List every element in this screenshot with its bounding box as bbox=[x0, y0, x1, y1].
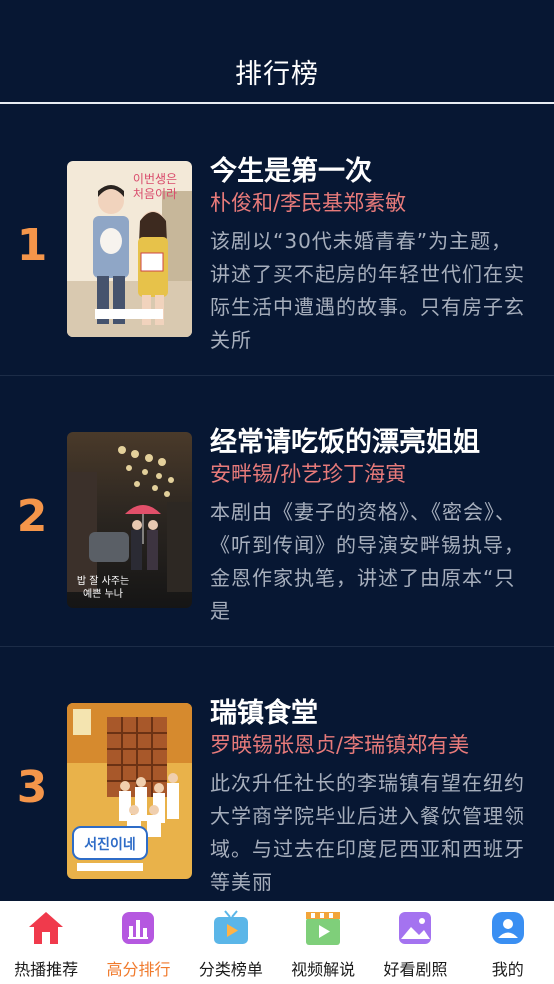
svg-text:서진이네: 서진이네 bbox=[84, 836, 136, 853]
drama-cast: 朴俊和/李民基郑素敏 bbox=[210, 191, 407, 215]
tab-category[interactable]: 分类榜单 bbox=[185, 901, 277, 984]
list-item[interactable]: 1 이번생은 처음이라 今生是第一次 朴俊和/李民基郑素敏 该剧以“30代未婚青… bbox=[0, 105, 554, 376]
page-title: 排行榜 bbox=[235, 59, 319, 90]
home-icon bbox=[29, 912, 64, 944]
ranking-list: 1 이번생은 처음이라 今生是第一次 朴俊和/李民基郑素敏 该剧以“30代未婚青… bbox=[0, 105, 554, 918]
drama-title[interactable]: 今生是第一次 bbox=[210, 149, 540, 188]
tab-label: 分类榜单 bbox=[198, 960, 263, 979]
drama-description: 本剧由《妻子的资格》、《密会》、《听到传闻》的导演安畔锡执导，金恩作家执笔，讲述… bbox=[210, 500, 525, 623]
rank-number: 1 bbox=[16, 220, 48, 271]
svg-text:예쁜 누나: 예쁜 누나 bbox=[83, 588, 123, 600]
poster-image[interactable]: 밥 잘 사주는 예쁜 누나 bbox=[67, 432, 192, 608]
drama-title[interactable]: 瑞镇食堂 bbox=[210, 691, 540, 730]
tv-icon bbox=[213, 910, 248, 944]
tab-photos[interactable]: 好看剧照 bbox=[369, 901, 461, 984]
tab-label: 我的 bbox=[491, 960, 524, 979]
list-item[interactable]: 2 밥 잘 사주는 예쁜 누나 经常请吃饭的漂亮姐姐 安畔锡/孙艺珍丁海寅 本剧… bbox=[0, 376, 554, 647]
tab-video[interactable]: 视频解说 bbox=[277, 901, 369, 984]
svg-text:처음이라: 처음이라 bbox=[133, 187, 177, 201]
svg-text:이번생은: 이번생은 bbox=[133, 172, 177, 186]
bottom-tab-bar: 热播推荐 高分排行 分类榜单 视频解说 好看剧照 我的 bbox=[0, 901, 554, 984]
tab-mine[interactable]: 我的 bbox=[462, 901, 554, 984]
drama-title[interactable]: 经常请吃饭的漂亮姐姐 bbox=[210, 420, 540, 459]
tab-label: 视频解说 bbox=[291, 960, 356, 979]
poster-image[interactable]: 이번생은 처음이라 bbox=[67, 161, 192, 337]
tab-label: 好看剧照 bbox=[383, 960, 448, 979]
user-icon bbox=[491, 912, 524, 944]
tab-label: 热播推荐 bbox=[14, 960, 79, 979]
list-item[interactable]: 3 서진이네 瑞镇食堂 罗暎锡张恩贞/李瑞镇郑有美 此次升任社长的李瑞镇有望在纽… bbox=[0, 647, 554, 918]
drama-description: 该剧以“30代未婚青春”为主题，讲述了买不起房的年轻世代们在实际生活中遭遇的故事… bbox=[210, 229, 525, 352]
rank-number: 3 bbox=[16, 762, 48, 813]
chart-icon bbox=[122, 912, 155, 944]
rank-number: 2 bbox=[16, 491, 48, 542]
tab-label: 高分排行 bbox=[106, 960, 171, 979]
poster-image[interactable]: 서진이네 bbox=[67, 703, 192, 879]
photo-icon bbox=[399, 912, 432, 944]
tab-hot[interactable]: 热播推荐 bbox=[0, 901, 92, 984]
drama-cast: 罗暎锡张恩贞/李瑞镇郑有美 bbox=[210, 733, 470, 757]
tab-ranking[interactable]: 高分排行 bbox=[92, 901, 184, 984]
film-icon bbox=[306, 912, 341, 945]
svg-text:밥 잘 사주는: 밥 잘 사주는 bbox=[77, 575, 129, 587]
drama-description: 此次升任社长的李瑞镇有望在纽约大学商学院毕业后进入餐饮管理领域。与过去在印度尼西… bbox=[210, 771, 525, 894]
drama-cast: 安畔锡/孙艺珍丁海寅 bbox=[210, 462, 407, 486]
header: 排行榜 bbox=[0, 0, 554, 104]
